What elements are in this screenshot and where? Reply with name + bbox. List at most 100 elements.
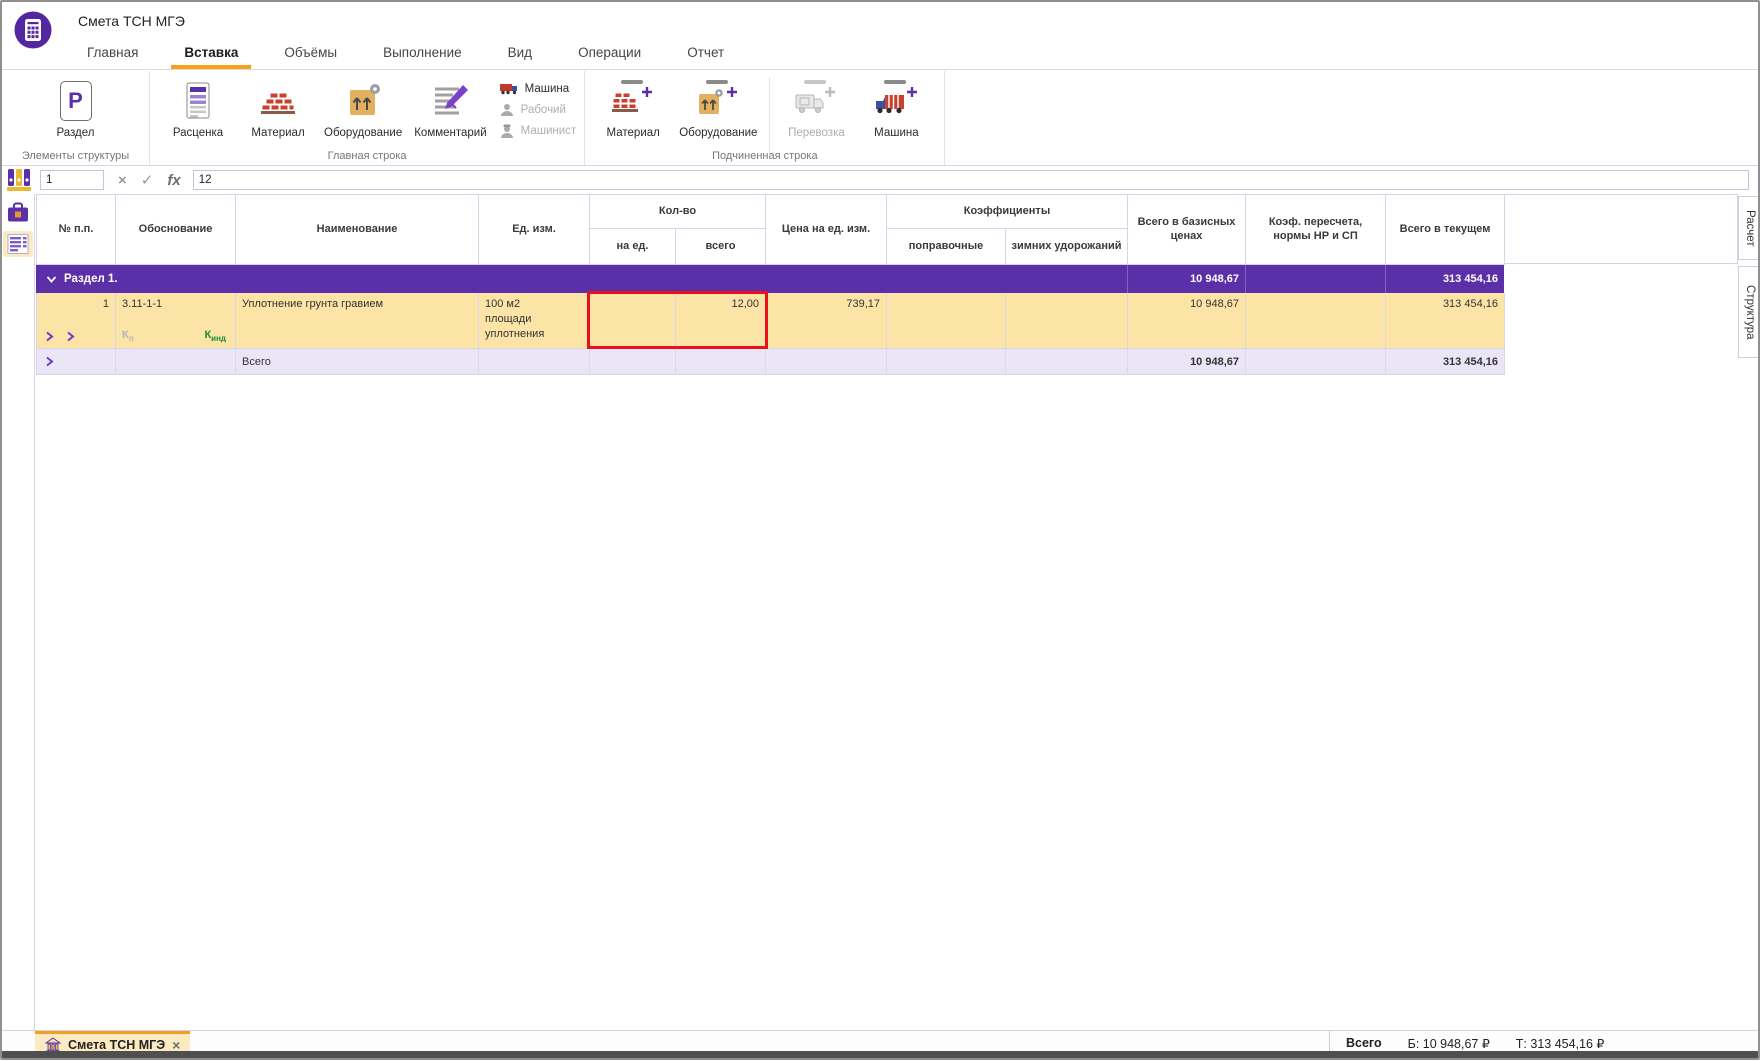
header-total-base: Всего в базисных ценах [1128,195,1246,265]
item-num: 1 [102,298,109,310]
header-basis: Обоснование [116,195,236,265]
razdel-icon: P [59,81,92,121]
total-row[interactable]: Всего 10 948,67 313 454,16 [36,349,1505,375]
tab-operacii[interactable]: Операции [565,36,654,69]
total-base: 10 948,67 [1190,355,1239,368]
side-tab-structure[interactable]: Структура [1738,266,1758,358]
status-base-value: Б: 10 948,67 ₽ [1407,1036,1490,1051]
expand-chevron-icon[interactable] [45,356,54,367]
header-name: Наименование [236,195,479,265]
tab-vid[interactable]: Вид [495,36,545,69]
section-row[interactable]: Раздел 1. 10 948,67 313 454,16 [36,265,1505,293]
mashina-button[interactable]: Машина [499,79,577,98]
close-icon[interactable]: × [172,1038,180,1052]
header-extension [1504,194,1738,264]
status-total-label: Всего [1346,1036,1382,1050]
estimate-table: № п.п. Обоснование Наименование Ед. изм.… [36,194,1505,375]
sheet-view-button[interactable] [3,231,33,257]
perevozka-button: Перевозка [776,71,856,139]
item-unit-price: 739,17 [846,298,880,310]
header-coeff-corr: поправочные [887,229,1006,265]
kind-coefficient[interactable]: Кинд [204,329,226,343]
item-total-base: 10 948,67 [1190,298,1239,310]
table-header: № п.п. Обоснование Наименование Ед. изм.… [36,194,1505,265]
item-coeff-corr-cell[interactable] [887,293,1006,349]
razdel-button[interactable]: P Раздел [36,71,116,139]
sheet-icon [7,234,29,254]
item-coeff-winter-cell[interactable] [1006,293,1128,349]
section-total-base: 10 948,67 [1190,273,1239,285]
left-view-strip [2,194,35,1030]
formula-bar: × ✓ fx [2,166,1758,194]
header-recalc: Коэф. пересчета, нормы НР и СП [1246,195,1386,265]
sub-material-icon [609,78,657,124]
document-tab-label: Смета ТСН МГЭ [68,1038,166,1052]
total-current: 313 454,16 [1442,355,1498,368]
header-total-current: Всего в текущем [1386,195,1505,265]
sub-oborudovanie-icon [694,78,742,124]
ribbon: P Раздел Элементы структуры Расценка Мат… [2,71,1758,166]
ribbon-separator [769,77,771,155]
bottom-strip [2,1051,1758,1058]
kommentariy-button[interactable]: Комментарий [408,71,492,139]
tab-otchet[interactable]: Отчет [674,36,737,69]
item-row[interactable]: 1 3.11-1-1 Кп Кинд Уплотнение грунта гра… [36,293,1505,349]
oborudovanie-button[interactable]: Оборудование [318,71,408,139]
kp-coefficient[interactable]: Кп [122,329,134,343]
mashinist-button: Машинист [499,121,576,140]
formula-value-input[interactable] [192,170,1749,190]
header-num: № п.п. [37,195,116,265]
side-tab-calc[interactable]: Расчет [1738,196,1758,260]
app-window: Смета ТСН МГЭ Главная Вставка Объёмы Вып… [0,0,1760,1060]
sub-mashina-icon [872,78,920,124]
briefcase-icon [8,202,28,222]
header-unit: Ед. изм. [479,195,590,265]
header-coeff-group: Коэффициенты [887,195,1128,229]
rascenka-button[interactable]: Расценка [158,71,238,139]
header-qty-total: всего [676,229,766,265]
header-qty-group: Кол-во [590,195,766,229]
main-row-stack: Машина Рабочий Машинист [499,71,577,140]
briefcase-view-button[interactable] [3,199,33,225]
tab-vstavka[interactable]: Вставка [171,36,252,69]
header-coeff-winter: зимних удорожаний [1006,229,1128,265]
item-total-current: 313 454,16 [1442,298,1498,310]
item-qty-total: 12,00 [731,298,759,310]
item-recalc-cell[interactable] [1246,293,1386,349]
section-total-current: 313 454,16 [1442,273,1498,285]
item-qty-per-cell[interactable] [590,293,676,349]
status-current-value: Т: 313 454,16 ₽ [1515,1036,1605,1051]
confirm-icon[interactable]: ✓ [141,173,154,188]
driver-icon [500,124,513,138]
header-unit-price: Цена на ед. изм. [766,195,887,265]
sub-oborudovanie-button[interactable]: Оборудование [673,71,763,139]
sub-material-button[interactable]: Материал [593,71,673,139]
collapse-chevron-icon[interactable] [46,275,57,284]
rascenka-icon [178,78,218,124]
binders-icon[interactable] [6,167,32,193]
menu-bar: Главная Вставка Объёмы Выполнение Вид Оп… [2,36,1758,70]
item-unit[interactable]: 100 м2 площади уплотнения [479,293,590,349]
fx-icon[interactable]: fx [167,172,180,189]
kommentariy-pencil-icon [429,78,471,124]
perevozka-icon [792,78,840,124]
tab-vypolnenie[interactable]: Выполнение [370,36,475,69]
sub-mashina-button[interactable]: Машина [856,71,936,139]
material-bricks-icon [256,78,300,124]
expand-chevron-icon[interactable] [66,331,75,342]
row-reference-input[interactable] [40,170,104,190]
cancel-icon[interactable]: × [118,173,127,188]
ribbon-group-structure: P Раздел Элементы структуры [2,71,150,165]
title-bar: Смета ТСН МГЭ [2,2,1758,49]
ribbon-group-main-row: Расценка Материал Оборудование Комментар… [150,71,586,165]
item-code: 3.11-1-1 [122,298,163,310]
expand-chevron-icon[interactable] [45,331,54,342]
truck-icon [499,84,517,95]
total-label: Всего [236,349,479,375]
material-button[interactable]: Материал [238,71,318,139]
tab-obyomy[interactable]: Объёмы [271,36,350,69]
section-title: Раздел 1. [64,273,118,285]
item-name: Уплотнение грунта гравием [242,298,384,310]
tab-glavnaya[interactable]: Главная [74,36,151,69]
ribbon-group-sub-row: Материал Оборудование Перевозка Машина П… [585,71,946,165]
